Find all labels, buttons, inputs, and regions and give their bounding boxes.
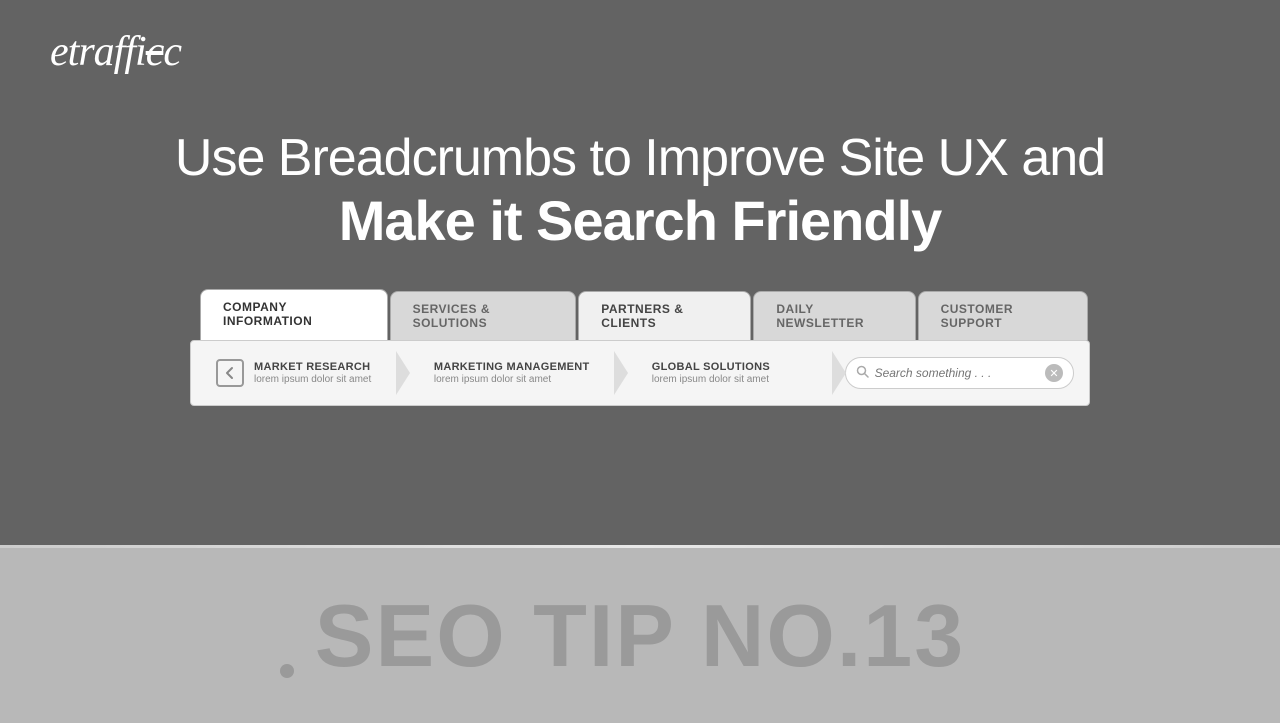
breadcrumb-text-marketing-management: MARKETING MANAGEMENT lorem ipsum dolor s… (434, 361, 590, 385)
search-box: ✕ (845, 357, 1074, 389)
logo-area: etrafficc (50, 28, 181, 76)
breadcrumb-area: COMPANY INFORMATION SERVICES & SOLUTIONS… (190, 289, 1090, 406)
logo-e: e (50, 29, 68, 75)
tab-customer-support[interactable]: CUSTOMER SUPPORT (918, 291, 1088, 340)
breadcrumb-item-marketing-management[interactable]: MARKETING MANAGEMENT lorem ipsum dolor s… (409, 353, 627, 393)
tab-partners-clients[interactable]: PARTNERS & CLIENTS (578, 291, 751, 340)
seo-tip-text: SEO TIP NO.13 (315, 585, 965, 687)
tab-company-information[interactable]: COMPANY INFORMATION (200, 289, 388, 340)
headline-line1: Use Breadcrumbs to Improve Site UX and (175, 130, 1105, 187)
tab-nav: COMPANY INFORMATION SERVICES & SOLUTIONS… (200, 289, 1090, 340)
search-clear-button[interactable]: ✕ (1045, 364, 1063, 382)
headline-area: Use Breadcrumbs to Improve Site UX and M… (175, 130, 1105, 254)
back-icon (216, 359, 244, 387)
logo: etrafficc (50, 28, 181, 76)
search-icon (856, 365, 869, 381)
bottom-section: SEO TIP NO.13 (0, 548, 1280, 723)
breadcrumb-text-global-solutions: GLOBAL SOLUTIONS lorem ipsum dolor sit a… (652, 361, 770, 385)
logo-traffic: trafficc (68, 29, 181, 75)
headline-line2: Make it Search Friendly (175, 187, 1105, 254)
bullet-icon (280, 664, 294, 678)
tab-daily-newsletter[interactable]: DAILY NEWSLETTER (753, 291, 915, 340)
top-section: etrafficc Use Breadcrumbs to Improve Sit… (0, 0, 1280, 545)
content-bar: MARKET RESEARCH lorem ipsum dolor sit am… (190, 340, 1090, 406)
breadcrumb-item-market-research[interactable]: MARKET RESEARCH lorem ipsum dolor sit am… (206, 351, 409, 395)
breadcrumb-text-market-research: MARKET RESEARCH lorem ipsum dolor sit am… (254, 361, 371, 385)
breadcrumb-item-global-solutions[interactable]: GLOBAL SOLUTIONS lorem ipsum dolor sit a… (627, 353, 845, 393)
tab-services-solutions[interactable]: SERVICES & SOLUTIONS (390, 291, 577, 340)
search-input[interactable] (875, 366, 1045, 380)
